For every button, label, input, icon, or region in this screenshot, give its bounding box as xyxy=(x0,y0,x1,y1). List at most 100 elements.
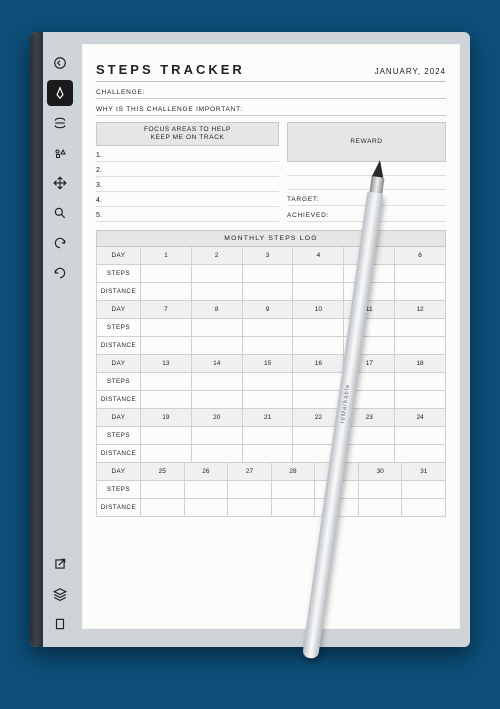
distance-cell[interactable] xyxy=(359,499,403,516)
steps-cell[interactable] xyxy=(243,265,294,282)
distance-cell[interactable] xyxy=(185,499,229,516)
steps-cell[interactable] xyxy=(395,373,446,390)
steps-cell[interactable] xyxy=(141,265,192,282)
distance-cell[interactable] xyxy=(243,283,294,300)
distance-cell[interactable] xyxy=(243,445,294,462)
focus-list[interactable]: 1.2.3.4.5. xyxy=(96,147,279,222)
distance-cell[interactable] xyxy=(141,391,192,408)
share-icon[interactable] xyxy=(47,551,73,577)
row-label-distance: DISTANCE xyxy=(97,499,141,516)
row-label-steps: STEPS xyxy=(97,427,141,444)
steps-cell[interactable] xyxy=(141,319,192,336)
page-icon[interactable] xyxy=(47,611,73,637)
steps-cell[interactable] xyxy=(192,265,243,282)
steps-cell[interactable] xyxy=(293,373,344,390)
day-cell: 9 xyxy=(243,301,294,318)
stylus-brand: reMarkable xyxy=(340,383,352,423)
focus-line[interactable]: 2. xyxy=(96,162,279,177)
steps-cell[interactable] xyxy=(395,427,446,444)
day-cell: 13 xyxy=(141,355,192,372)
move-icon[interactable] xyxy=(47,170,73,196)
row-label-steps: STEPS xyxy=(97,319,141,336)
distance-cell[interactable] xyxy=(395,283,446,300)
distance-cell[interactable] xyxy=(192,337,243,354)
pen-icon[interactable] xyxy=(47,80,73,106)
steps-cell[interactable] xyxy=(293,319,344,336)
day-cell: 16 xyxy=(293,355,344,372)
steps-cell[interactable] xyxy=(141,481,185,498)
redo-icon[interactable] xyxy=(47,260,73,286)
shapes-icon[interactable] xyxy=(47,140,73,166)
text-icon[interactable] xyxy=(47,110,73,136)
challenge-label[interactable]: CHALLENGE: xyxy=(96,82,446,99)
layers-icon[interactable] xyxy=(47,581,73,607)
row-label-steps: STEPS xyxy=(97,265,141,282)
row-label-steps: STEPS xyxy=(97,373,141,390)
back-icon[interactable] xyxy=(47,50,73,76)
row-label-distance: DISTANCE xyxy=(97,445,141,462)
zoom-icon[interactable] xyxy=(47,200,73,226)
day-cell: 18 xyxy=(395,355,446,372)
focus-line[interactable]: 4. xyxy=(96,192,279,207)
steps-cell[interactable] xyxy=(395,265,446,282)
day-cell: 25 xyxy=(141,463,185,480)
focus-line[interactable]: 3. xyxy=(96,177,279,192)
steps-cell[interactable] xyxy=(243,319,294,336)
day-cell: 7 xyxy=(141,301,192,318)
focus-line[interactable]: 5. xyxy=(96,207,279,222)
distance-cell[interactable] xyxy=(243,391,294,408)
distance-cell[interactable] xyxy=(395,391,446,408)
steps-cell[interactable] xyxy=(243,373,294,390)
row-label-distance: DISTANCE xyxy=(97,283,141,300)
distance-cell[interactable] xyxy=(402,499,446,516)
distance-cell[interactable] xyxy=(395,445,446,462)
distance-cell[interactable] xyxy=(141,445,192,462)
importance-label[interactable]: WHY IS THIS CHALLENGE IMPORTANT: xyxy=(96,99,446,116)
row-label-day: DAY xyxy=(97,463,141,480)
steps-cell[interactable] xyxy=(243,427,294,444)
monthly-log-grid[interactable]: DAY123456STEPSDISTANCEDAY789101112STEPSD… xyxy=(96,247,446,517)
distance-cell[interactable] xyxy=(293,283,344,300)
steps-cell[interactable] xyxy=(402,481,446,498)
distance-cell[interactable] xyxy=(192,391,243,408)
reward-header: REWARD xyxy=(287,122,446,162)
steps-cell[interactable] xyxy=(395,319,446,336)
distance-cell[interactable] xyxy=(192,445,243,462)
steps-cell[interactable] xyxy=(272,481,316,498)
steps-cell[interactable] xyxy=(192,373,243,390)
day-cell: 19 xyxy=(141,409,192,426)
steps-cell[interactable] xyxy=(359,481,403,498)
reward-line[interactable] xyxy=(287,162,446,176)
distance-cell[interactable] xyxy=(141,337,192,354)
distance-cell[interactable] xyxy=(243,337,294,354)
day-cell: 1 xyxy=(141,247,192,264)
day-cell: 4 xyxy=(293,247,344,264)
day-cell: 30 xyxy=(359,463,403,480)
steps-cell[interactable] xyxy=(185,481,229,498)
distance-cell[interactable] xyxy=(141,283,192,300)
distance-cell[interactable] xyxy=(293,337,344,354)
day-cell: 3 xyxy=(243,247,294,264)
day-cell: 2 xyxy=(192,247,243,264)
distance-cell[interactable] xyxy=(272,499,316,516)
day-cell: 8 xyxy=(192,301,243,318)
steps-cell[interactable] xyxy=(141,427,192,444)
undo-icon[interactable] xyxy=(47,230,73,256)
row-label-day: DAY xyxy=(97,355,141,372)
steps-cell[interactable] xyxy=(192,319,243,336)
distance-cell[interactable] xyxy=(344,445,395,462)
steps-cell[interactable] xyxy=(228,481,272,498)
distance-cell[interactable] xyxy=(141,499,185,516)
distance-cell[interactable] xyxy=(395,337,446,354)
steps-cell[interactable] xyxy=(344,427,395,444)
focus-line[interactable]: 1. xyxy=(96,147,279,162)
reward-line[interactable] xyxy=(287,176,446,190)
day-cell: 28 xyxy=(272,463,316,480)
day-cell: 6 xyxy=(395,247,446,264)
distance-cell[interactable] xyxy=(192,283,243,300)
steps-cell[interactable] xyxy=(141,373,192,390)
page-title: STEPS TRACKER xyxy=(96,62,245,77)
steps-cell[interactable] xyxy=(192,427,243,444)
distance-cell[interactable] xyxy=(228,499,272,516)
steps-cell[interactable] xyxy=(293,265,344,282)
